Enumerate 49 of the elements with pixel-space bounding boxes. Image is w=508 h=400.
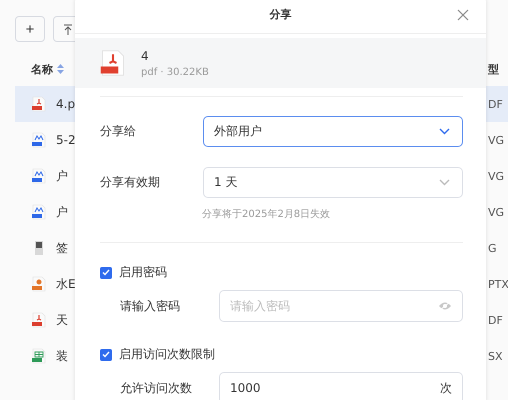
add-button[interactable]: +: [15, 16, 45, 42]
file-type: VG: [488, 206, 506, 218]
field-label: 分享给: [100, 123, 136, 140]
file-name: 装: [56, 348, 68, 364]
file-name: 天: [56, 312, 68, 328]
share-to-select[interactable]: 外部用户: [203, 116, 463, 147]
checkbox-label: 启用密码: [119, 264, 167, 281]
file-name: 户: [56, 168, 68, 184]
document-file-icon: [31, 204, 47, 220]
close-icon[interactable]: [456, 8, 470, 22]
file-title: 4: [141, 48, 150, 62]
unit-label: 次: [440, 380, 452, 396]
chevron-down-icon: [439, 128, 450, 135]
file-name: 5-2: [56, 133, 76, 147]
file-name: 4.p: [56, 97, 76, 111]
file-meta: pdf · 30.22KB: [141, 66, 209, 78]
password-input[interactable]: 请输入密码: [230, 299, 420, 313]
column-header: 型: [488, 62, 500, 76]
document-file-icon: [31, 348, 47, 364]
checkbox[interactable]: [100, 266, 112, 278]
document-file-icon: [31, 96, 47, 112]
upload-icon: [63, 24, 73, 34]
document-file-icon: [99, 49, 127, 77]
validity-select[interactable]: 1 天: [203, 167, 463, 198]
file-type: G: [488, 242, 498, 254]
file-type: VG: [488, 134, 506, 146]
file-type: SX: [488, 350, 504, 362]
file-name: 户: [56, 204, 68, 220]
document-file-icon: [31, 132, 47, 148]
visit-count-input[interactable]: 1000: [230, 381, 420, 395]
column-header: 名称: [31, 62, 53, 76]
document-file-icon: [31, 168, 47, 184]
document-file-icon: [31, 312, 47, 328]
field-label: 允许访问次数: [120, 380, 192, 396]
field-label: 请输入密码: [120, 298, 180, 314]
file-type: VG: [488, 170, 506, 182]
file-type: DF: [488, 314, 504, 326]
dialog-title: 分享: [270, 7, 292, 22]
expiry-hint: 分享将于2025年2月8日失效: [202, 208, 332, 221]
file-name: 签: [56, 240, 68, 256]
field-label: 分享有效期: [100, 174, 160, 191]
file-type: DF: [488, 98, 504, 110]
password-field[interactable]: 请输入密码: [219, 290, 463, 322]
chevron-down-icon: [439, 179, 450, 186]
checkbox[interactable]: [100, 348, 112, 360]
checkbox-label: 启用访问次数限制: [119, 346, 215, 363]
visit-count-field[interactable]: 1000 次: [219, 372, 463, 400]
document-file-icon: [31, 276, 47, 292]
file-name: 水E: [56, 276, 76, 292]
